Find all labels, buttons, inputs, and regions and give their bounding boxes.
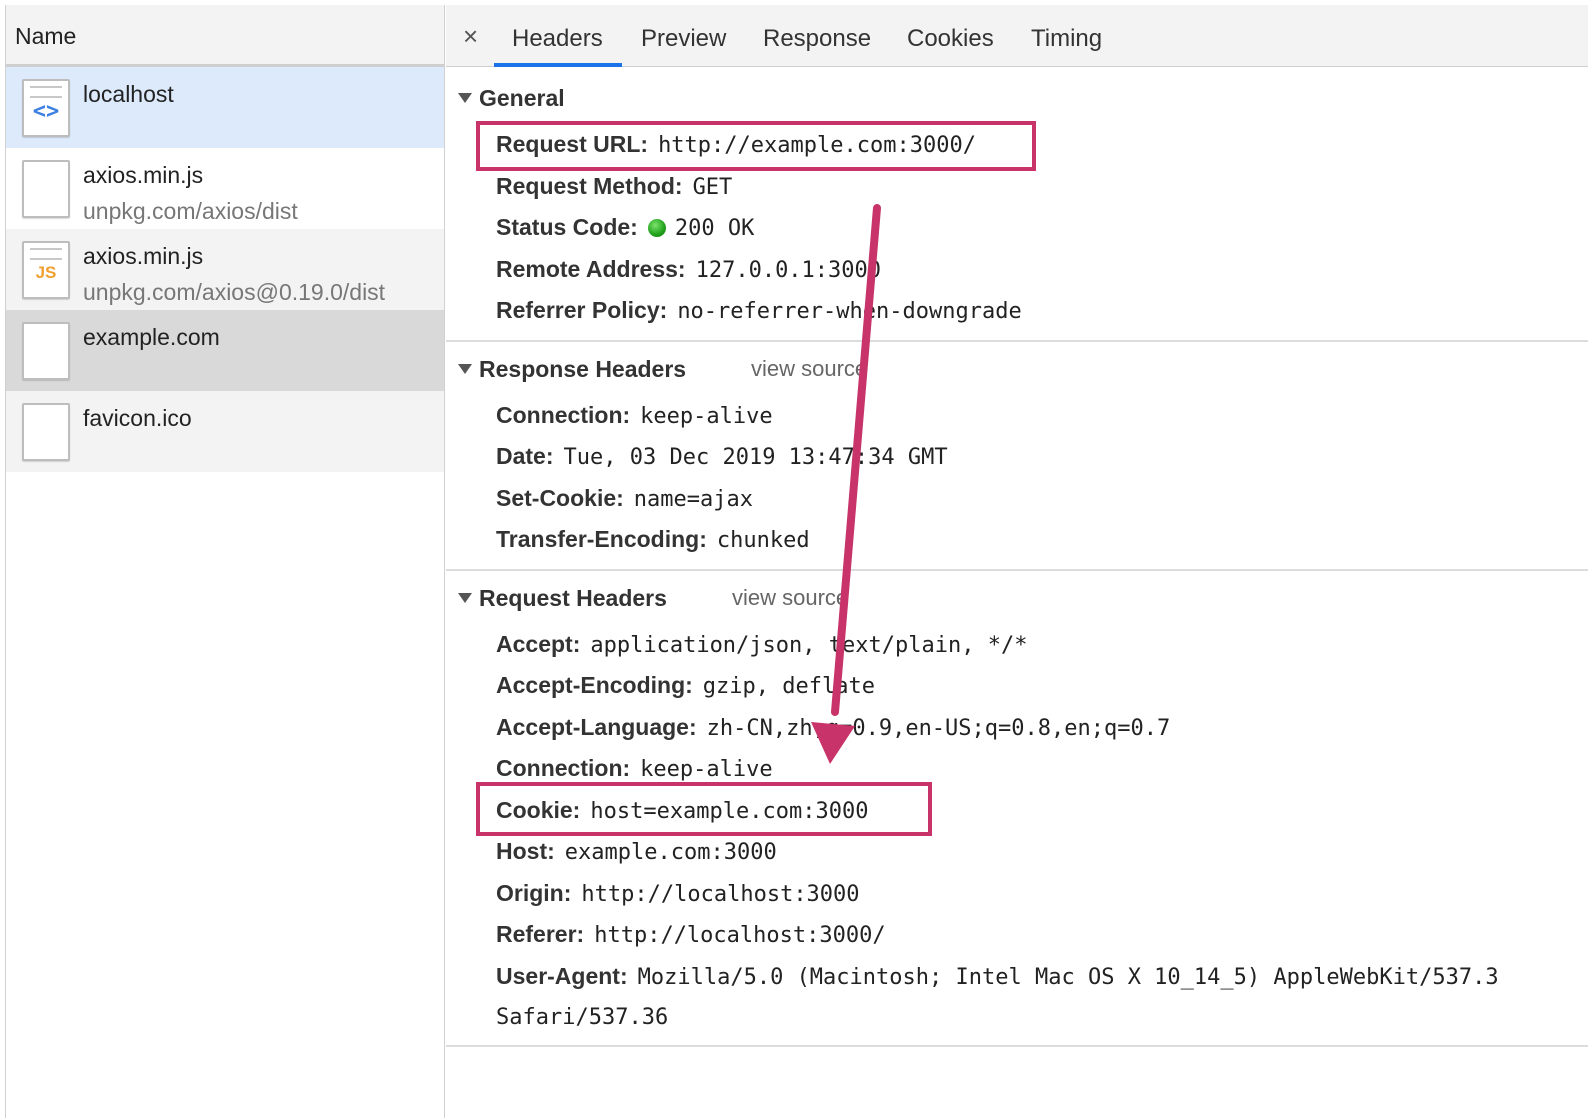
- section-divider: [446, 1045, 1588, 1047]
- header-row-accept: Accept: application/json, text/plain, */*: [496, 631, 1028, 658]
- close-icon[interactable]: ×: [463, 23, 478, 49]
- request-path: unpkg.com/axios@0.19.0/dist: [83, 279, 386, 305]
- header-row-transfer-encoding: Transfer-Encoding: chunked: [496, 526, 810, 553]
- section-divider: [446, 569, 1588, 571]
- header-row-user-agent: User-Agent: Mozilla/5.0 (Macintosh; Intel…: [496, 963, 1499, 990]
- header-row-referrer-policy: Referrer Policy: no-referrer-when-downgra…: [496, 297, 1022, 324]
- section-divider: [446, 340, 1588, 342]
- header-row-origin: Origin: http://localhost:3000: [496, 880, 860, 907]
- collapse-triangle-icon: [458, 364, 472, 374]
- request-row-axios-0190[interactable]: JS axios.min.js unpkg.com/axios@0.19.0/d…: [6, 229, 444, 310]
- request-list-panel: Name <> localhost axios.min.js unpkg.com…: [5, 5, 445, 1118]
- header-row-accept-encoding: Accept-Encoding: gzip, deflate: [496, 672, 875, 699]
- html-document-icon: <>: [22, 79, 70, 137]
- blank-document-icon: [22, 160, 70, 218]
- tab-cookies[interactable]: Cookies: [907, 25, 994, 53]
- collapse-triangle-icon: [458, 93, 472, 103]
- name-column-header[interactable]: Name: [6, 5, 444, 67]
- header-row-status-code: Status Code: 200 OK: [496, 214, 755, 241]
- header-row-connection: Connection: keep-alive: [496, 402, 773, 429]
- general-section-toggle[interactable]: General: [458, 85, 565, 112]
- blank-document-icon: [22, 403, 70, 461]
- header-row-referer: Referer: http://localhost:3000/: [496, 921, 886, 948]
- header-row-date: Date: Tue, 03 Dec 2019 13:47:34 GMT: [496, 443, 948, 470]
- js-document-icon: JS: [22, 241, 70, 299]
- tab-preview[interactable]: Preview: [641, 25, 726, 53]
- status-ok-icon: [647, 219, 666, 237]
- header-row-request-url: Request URL: http://example.com:3000/: [496, 131, 976, 158]
- response-headers-section-toggle[interactable]: Response Headers: [458, 356, 686, 383]
- header-row-set-cookie: Set-Cookie: name=ajax: [496, 485, 754, 512]
- tab-response[interactable]: Response: [763, 25, 871, 53]
- tab-headers[interactable]: Headers: [512, 25, 603, 53]
- request-name: axios.min.js: [83, 243, 204, 269]
- header-row-cookie: Cookie: host=example.com:3000: [496, 797, 869, 824]
- request-view-source-link[interactable]: view source: [732, 585, 848, 611]
- header-row-request-method: Request Method: GET: [496, 173, 733, 200]
- request-name: favicon.ico: [83, 405, 192, 431]
- request-name: axios.min.js: [83, 162, 204, 188]
- request-row-example-com[interactable]: example.com: [6, 310, 444, 391]
- request-path: unpkg.com/axios/dist: [83, 198, 298, 224]
- request-name: localhost: [83, 81, 174, 107]
- collapse-triangle-icon: [458, 593, 472, 603]
- header-row-accept-language: Accept-Language: zh-CN,zh;q=0.9,en-US;q=0…: [496, 714, 1171, 741]
- header-row-remote-address: Remote Address: 127.0.0.1:3000: [496, 256, 882, 283]
- tab-timing[interactable]: Timing: [1031, 25, 1102, 53]
- header-row-host: Host: example.com:3000: [496, 838, 777, 865]
- request-details-panel: × Headers Preview Response Cookies Timin…: [446, 5, 1588, 1118]
- response-view-source-link[interactable]: view source: [751, 356, 867, 382]
- header-row-user-agent-continued: Safari/537.36: [496, 1005, 669, 1030]
- details-tab-bar: × Headers Preview Response Cookies Timin…: [446, 5, 1588, 67]
- header-row-connection: Connection: keep-alive: [496, 755, 773, 782]
- blank-document-icon: [22, 322, 70, 380]
- request-row-axios-dist[interactable]: axios.min.js unpkg.com/axios/dist: [6, 148, 444, 229]
- request-row-favicon[interactable]: favicon.ico: [6, 391, 444, 472]
- request-row-localhost[interactable]: <> localhost: [6, 67, 444, 148]
- active-tab-indicator: [494, 63, 622, 67]
- request-name: example.com: [83, 324, 220, 350]
- request-headers-section-toggle[interactable]: Request Headers: [458, 585, 667, 612]
